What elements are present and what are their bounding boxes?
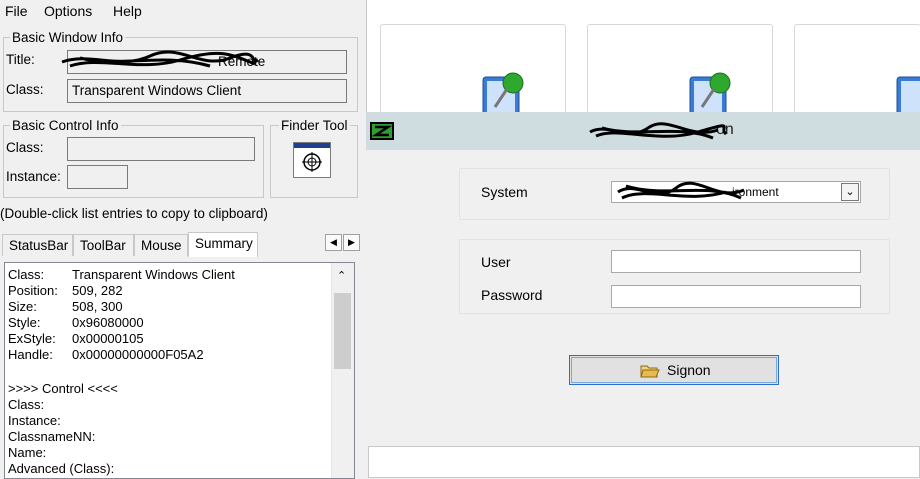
summary-textbox[interactable]: Class: Transparent Windows Client Positio…: [4, 262, 355, 479]
password-input[interactable]: [611, 285, 861, 308]
finder-tool-target[interactable]: [293, 142, 331, 178]
signon-dialog: on System ironment ⌄ User Password Signo…: [366, 112, 920, 479]
app-tile[interactable]: [794, 24, 920, 125]
summary-line: ExStyle: 0x00000105: [8, 331, 144, 346]
title-redaction-scribble: [589, 122, 728, 140]
summary-scrollbar[interactable]: ⌃: [331, 263, 354, 478]
title-label: Title:: [6, 52, 35, 67]
folder-open-icon: [640, 365, 660, 378]
tab-statusbar[interactable]: StatusBar: [2, 234, 73, 256]
tab-scroll-left-button[interactable]: ◀: [325, 234, 342, 251]
password-label: Password: [481, 287, 543, 303]
summary-line: Advanced (Class):: [8, 461, 115, 476]
summary-line: Position: 509, 282: [8, 283, 123, 298]
app-logo-icon: [370, 122, 394, 140]
control-header: >>>> Control <<<<: [8, 381, 118, 396]
class-value: Transparent Windows Client: [72, 83, 242, 98]
summary-line: Name:: [8, 445, 47, 460]
system-select-value: ironment: [732, 185, 779, 199]
status-bar: [368, 446, 920, 478]
signon-titlebar: on: [366, 112, 920, 150]
signon-button-label: Signon: [667, 362, 711, 378]
system-label: System: [481, 184, 528, 200]
menu-options[interactable]: Options: [44, 3, 92, 19]
finder-titlebar-strip: [294, 143, 330, 148]
class-label: Class:: [6, 82, 44, 97]
tab-strip: StatusBar ToolBar Mouse Summary: [0, 232, 366, 257]
app-tile[interactable]: [587, 24, 773, 125]
title-value: Remote: [218, 54, 266, 69]
tab-summary[interactable]: Summary: [188, 232, 258, 257]
crosshair-icon: [302, 152, 322, 172]
scroll-up-icon[interactable]: ⌃: [337, 269, 346, 282]
summary-line: Class: Transparent Windows Client: [8, 267, 235, 282]
clipboard-hint: (Double-click list entries to copy to cl…: [0, 206, 268, 221]
summary-line: Size: 508, 300: [8, 299, 123, 314]
signon-button[interactable]: Signon: [569, 355, 779, 385]
finder-tool-legend: Finder Tool: [281, 118, 348, 133]
scrollbar-thumb[interactable]: [334, 293, 351, 369]
summary-line: ClassnameNN:: [8, 429, 96, 444]
user-label: User: [481, 254, 511, 270]
app-tile[interactable]: [380, 24, 566, 125]
system-select[interactable]: ironment ⌄: [611, 181, 861, 203]
chevron-down-icon[interactable]: ⌄: [841, 183, 859, 201]
menu-help[interactable]: Help: [113, 3, 142, 19]
basic-window-info-legend: Basic Window Info: [12, 30, 124, 45]
control-class-field[interactable]: [67, 137, 255, 161]
instance-field[interactable]: [67, 165, 128, 189]
window-spy: File Options Help Basic Window Info Titl…: [0, 0, 366, 479]
tab-scroll-right-button[interactable]: ▶: [343, 234, 360, 251]
user-input[interactable]: [611, 250, 861, 273]
instance-label: Instance:: [6, 169, 61, 184]
summary-line: Style: 0x96080000: [8, 315, 144, 330]
title-field[interactable]: Remote: [67, 50, 347, 74]
control-class-label: Class:: [6, 140, 44, 155]
basic-control-info-legend: Basic Control Info: [12, 118, 119, 133]
class-field[interactable]: Transparent Windows Client: [67, 79, 347, 103]
menu-bar: File Options Help: [0, 0, 366, 22]
menu-file[interactable]: File: [5, 3, 28, 19]
tab-mouse[interactable]: Mouse: [134, 234, 188, 256]
signon-title: on: [716, 121, 734, 138]
summary-line: Class:: [8, 397, 45, 412]
tab-toolbar[interactable]: ToolBar: [73, 234, 134, 256]
summary-line: Handle: 0x00000000000F05A2: [8, 347, 204, 362]
summary-line: Instance:: [8, 413, 61, 428]
